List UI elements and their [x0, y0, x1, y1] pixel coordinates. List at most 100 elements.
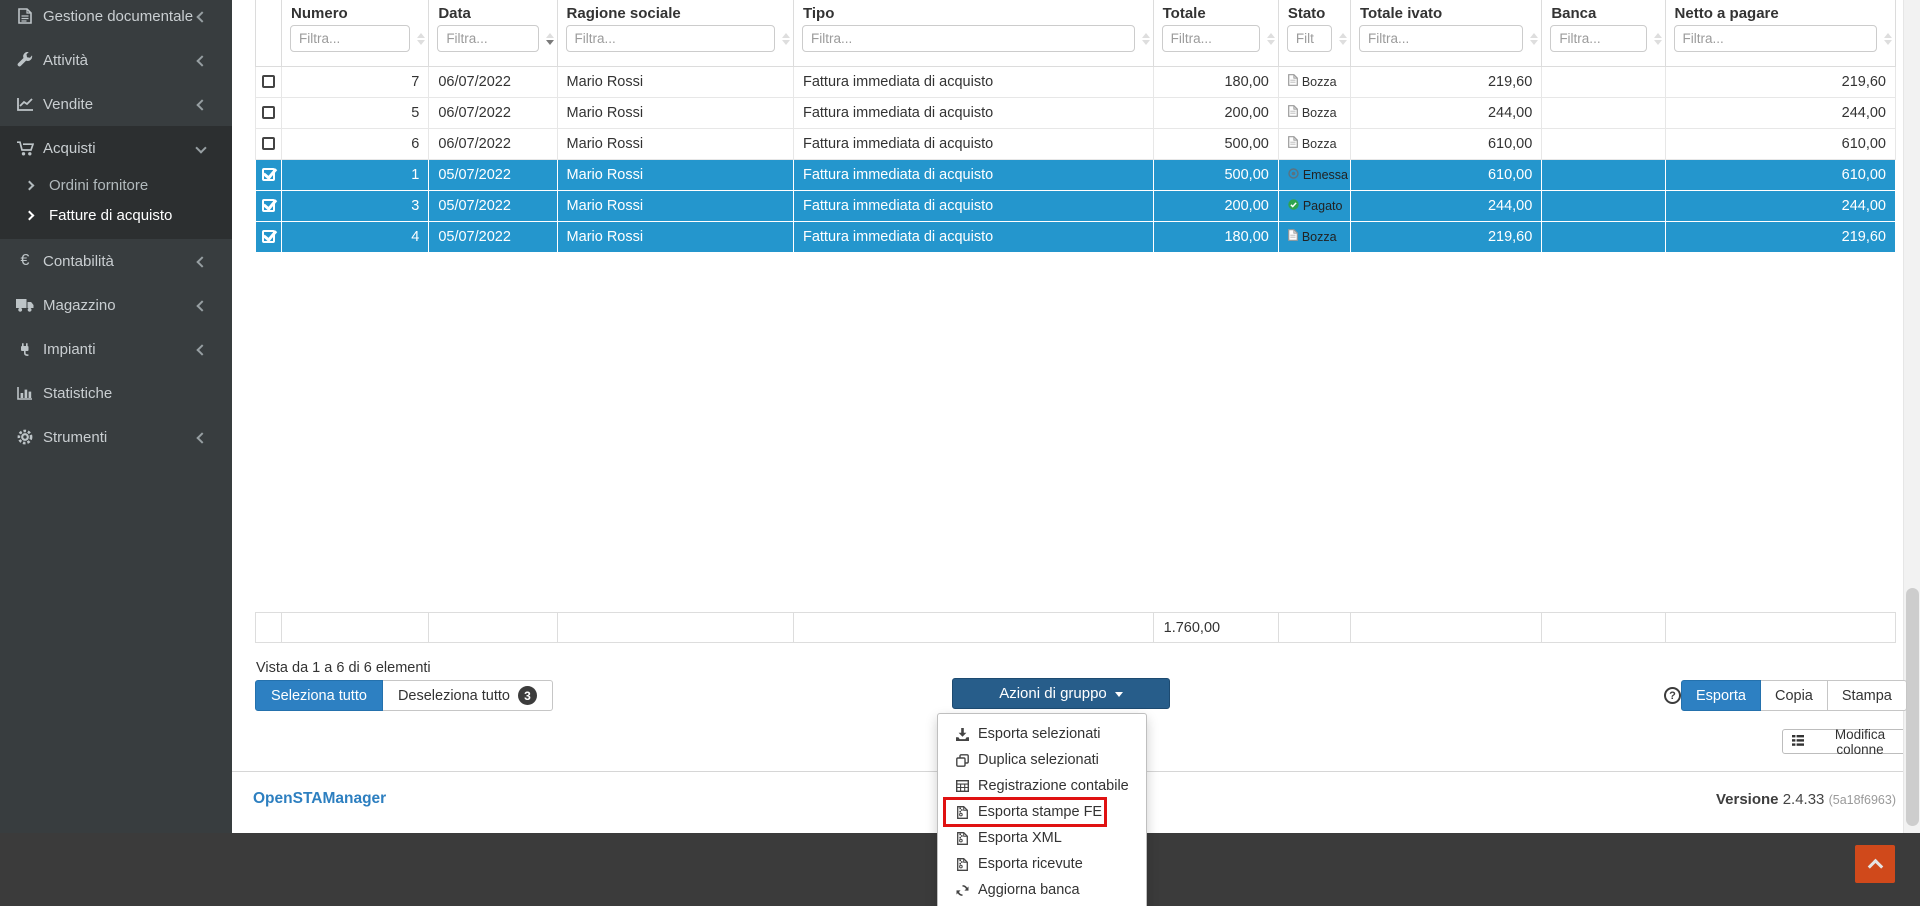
sort-carets-icon[interactable] [1267, 33, 1275, 45]
totals-cell [429, 613, 557, 643]
totals-cell [793, 613, 1153, 643]
group-actions-button[interactable]: Azioni di gruppo [952, 678, 1170, 709]
cell-ragione: Mario Rossi [557, 221, 793, 252]
sort-carets-icon[interactable] [1142, 33, 1150, 45]
status-label: Bozza [1302, 137, 1337, 151]
filter-input-numero[interactable] [290, 25, 410, 52]
truck-icon [14, 298, 36, 312]
sort-carets-icon[interactable] [1654, 33, 1662, 45]
cell-totale: 500,00 [1153, 159, 1278, 190]
filter-input-totale-ivato[interactable] [1359, 25, 1523, 52]
filter-input-totale[interactable] [1162, 25, 1260, 52]
column-header-tipo[interactable]: Tipo [793, 0, 1153, 66]
column-header-data[interactable]: Data [429, 0, 557, 66]
select-all-button[interactable]: Seleziona tutto [255, 680, 383, 711]
chevron-left-icon [196, 100, 205, 109]
scroll-to-top-button[interactable] [1855, 845, 1895, 883]
sort-carets-icon[interactable] [1530, 33, 1538, 45]
status-label: Emessa [1303, 168, 1348, 182]
table-row-invoice-3[interactable]: 305/07/2022Mario RossiFattura immediata … [256, 190, 1896, 221]
scrollbar-thumb[interactable] [1906, 588, 1919, 826]
row-checkbox[interactable] [256, 159, 282, 190]
menu-item-esporta-selezionati[interactable]: Esporta selezionati [938, 721, 1146, 747]
sidebar-item-vendite[interactable]: Vendite [0, 82, 232, 126]
cell-netto: 219,60 [1665, 221, 1895, 252]
menu-item-esporta-ricevute[interactable]: Esporta ricevute [938, 851, 1146, 877]
sort-carets-icon[interactable] [782, 33, 790, 45]
sidebar-item-gestione-documentale[interactable]: Gestione documentale [0, 0, 232, 38]
sort-carets-icon[interactable] [1339, 33, 1347, 45]
sidebar-item-contabilit[interactable]: €Contabilità [0, 239, 232, 283]
menu-item-label: Esporta ricevute [978, 856, 1083, 872]
sort-carets-icon[interactable] [417, 33, 425, 45]
sidebar-item-label: Acquisti [43, 140, 96, 157]
cell-ragione: Mario Rossi [557, 128, 793, 159]
sidebar-item-attivit[interactable]: Attività [0, 38, 232, 82]
sidebar-item-fatture-di-acquisto[interactable]: Fatture di acquisto [0, 200, 232, 230]
sort-carets-icon[interactable] [1884, 33, 1892, 45]
row-checkbox[interactable] [256, 66, 282, 97]
export-buttons: EsportaCopiaStampa [1681, 680, 1907, 711]
esporta-button[interactable]: Esporta [1681, 680, 1761, 711]
edit-columns-button[interactable]: Modifica colonne [1782, 729, 1920, 754]
copia-button[interactable]: Copia [1761, 680, 1828, 711]
menu-item-registrazione-contabile[interactable]: Registrazione contabile [938, 773, 1146, 799]
select-all-label: Seleziona tutto [271, 688, 367, 704]
totals-cell-totale: 1.760,00 [1153, 613, 1278, 643]
cell-ragione: Mario Rossi [557, 159, 793, 190]
filter-input-netto-a-pagare[interactable] [1674, 25, 1877, 52]
table-row-invoice-4[interactable]: 405/07/2022Mario RossiFattura immediata … [256, 221, 1896, 252]
draft-file-icon [1288, 74, 1298, 89]
column-header-ragione-sociale[interactable]: Ragione sociale [557, 0, 793, 66]
menu-item-esporta-xml[interactable]: Esporta XML [938, 825, 1146, 851]
table-row-invoice-7[interactable]: 706/07/2022Mario RossiFattura immediata … [256, 66, 1896, 97]
deselect-all-button[interactable]: Deseleziona tutto 3 [383, 680, 553, 711]
filter-input-data[interactable] [437, 25, 538, 52]
menu-item-esporta-stampe-fe[interactable]: Esporta stampe FE [938, 799, 1146, 825]
sidebar-submenu: Ordini fornitoreFatture di acquisto [0, 170, 232, 239]
sidebar-item-strumenti[interactable]: Strumenti [0, 415, 232, 459]
help-icon[interactable]: ? [1664, 687, 1681, 704]
sidebar-item-acquisti[interactable]: Acquisti [0, 126, 232, 170]
filter-input-ragione-sociale[interactable] [566, 25, 775, 52]
cart-icon [14, 141, 36, 156]
column-header-netto-a-pagare[interactable]: Netto a pagare [1665, 0, 1895, 66]
table-row-invoice-1[interactable]: 105/07/2022Mario RossiFattura immediata … [256, 159, 1896, 190]
column-label: Banca [1542, 0, 1664, 25]
menu-item-duplica-selezionati[interactable]: Duplica selezionati [938, 747, 1146, 773]
row-checkbox[interactable] [256, 190, 282, 221]
column-label: Data [429, 0, 556, 25]
column-header-numero[interactable]: Numero [282, 0, 429, 66]
row-checkbox[interactable] [256, 128, 282, 159]
brand-link[interactable]: OpenSTAManager [253, 790, 386, 808]
group-actions-label: Azioni di gruppo [999, 685, 1107, 702]
row-checkbox[interactable] [256, 97, 282, 128]
cell-tipo: Fattura immediata di acquisto [793, 159, 1153, 190]
column-header-totale-ivato[interactable]: Totale ivato [1350, 0, 1541, 66]
sidebar-item-label: Attività [43, 52, 88, 69]
status-badge: Bozza [1288, 136, 1341, 151]
filter-input-stato[interactable] [1287, 25, 1332, 52]
stampa-button[interactable]: Stampa [1828, 680, 1907, 711]
sort-carets-icon[interactable] [546, 33, 554, 45]
row-checkbox[interactable] [256, 221, 282, 252]
column-header-stato[interactable]: Stato [1278, 0, 1350, 66]
sidebar-item-magazzino[interactable]: Magazzino [0, 283, 232, 327]
chevron-left-icon [196, 257, 205, 266]
column-header-banca[interactable]: Banca [1542, 0, 1665, 66]
menu-item-aggiorna-banca[interactable]: Aggiorna banca [938, 877, 1146, 903]
table-row-invoice-5[interactable]: 506/07/2022Mario RossiFattura immediata … [256, 97, 1896, 128]
totals-cell [282, 613, 429, 643]
sidebar-item-statistiche[interactable]: Statistiche [0, 371, 232, 415]
cell-data: 06/07/2022 [429, 97, 557, 128]
filter-input-tipo[interactable] [802, 25, 1135, 52]
unchecked-checkbox-icon [262, 75, 275, 88]
totals-cell [1350, 613, 1541, 643]
clone-icon [955, 754, 970, 767]
sidebar-item-ordini-fornitore[interactable]: Ordini fornitore [0, 170, 232, 200]
version-number: 2.4.33 [1783, 791, 1825, 808]
filter-input-banca[interactable] [1550, 25, 1646, 52]
sidebar-item-impianti[interactable]: Impianti [0, 327, 232, 371]
column-header-totale[interactable]: Totale [1153, 0, 1278, 66]
table-row-invoice-6[interactable]: 606/07/2022Mario RossiFattura immediata … [256, 128, 1896, 159]
